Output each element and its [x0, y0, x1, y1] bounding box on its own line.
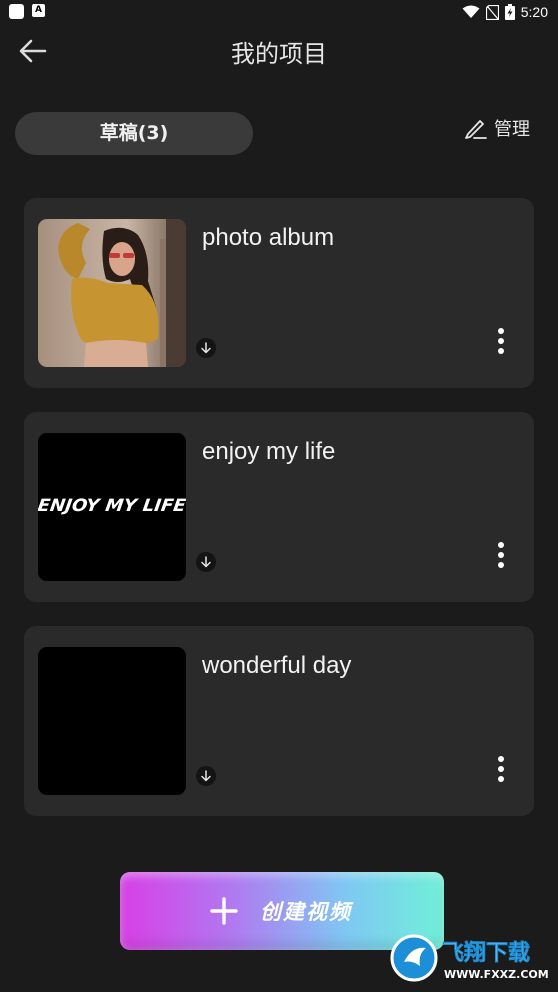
project-title: photo album	[202, 224, 335, 251]
wifi-icon	[462, 5, 480, 18]
more-vertical-icon	[498, 542, 504, 568]
watermark-logo: 飞翔下载 WWW.FXXZ.COM	[390, 932, 550, 984]
more-vertical-icon	[498, 756, 504, 782]
status-time: 5:20	[520, 4, 548, 20]
download-icon[interactable]	[196, 766, 216, 786]
thumbnail-text: ENJOY MY LIFE	[38, 496, 186, 516]
watermark-text: 飞翔下载	[442, 940, 530, 966]
header: 我的项目	[0, 24, 558, 80]
project-card[interactable]: ENJOY MY LIFE enjoy my life	[24, 412, 534, 602]
battery-icon	[504, 4, 515, 20]
project-thumbnail	[38, 647, 186, 795]
more-options-button[interactable]	[492, 326, 510, 356]
project-thumbnail	[38, 219, 186, 367]
page-title: 我的项目	[231, 40, 327, 68]
tab-drafts[interactable]: 草稿(3)	[15, 112, 253, 155]
app-notification-icon: A	[32, 4, 45, 17]
project-card[interactable]: photo album	[24, 198, 534, 388]
more-vertical-icon	[498, 328, 504, 354]
portrait-photo	[38, 219, 186, 367]
project-title: wonderful day	[202, 652, 352, 679]
create-video-label: 创建视频	[260, 900, 352, 924]
notification-icon	[9, 4, 24, 19]
text-graphic: ENJOY MY LIFE	[38, 433, 186, 581]
project-thumbnail: ENJOY MY LIFE	[38, 433, 186, 581]
more-options-button[interactable]	[492, 754, 510, 784]
more-options-button[interactable]	[492, 540, 510, 570]
manage-label: 管理	[494, 119, 530, 140]
no-sim-icon	[485, 4, 499, 20]
download-icon[interactable]	[196, 338, 216, 358]
download-icon[interactable]	[196, 552, 216, 572]
manage-button[interactable]: 管理	[462, 113, 530, 143]
project-card[interactable]: wonderful day	[24, 626, 534, 816]
plus-icon	[210, 897, 238, 925]
watermark-url: WWW.FXXZ.COM	[444, 968, 549, 981]
project-title: enjoy my life	[202, 438, 336, 465]
edit-icon	[465, 120, 487, 139]
status-bar: A 5:20	[0, 0, 558, 24]
